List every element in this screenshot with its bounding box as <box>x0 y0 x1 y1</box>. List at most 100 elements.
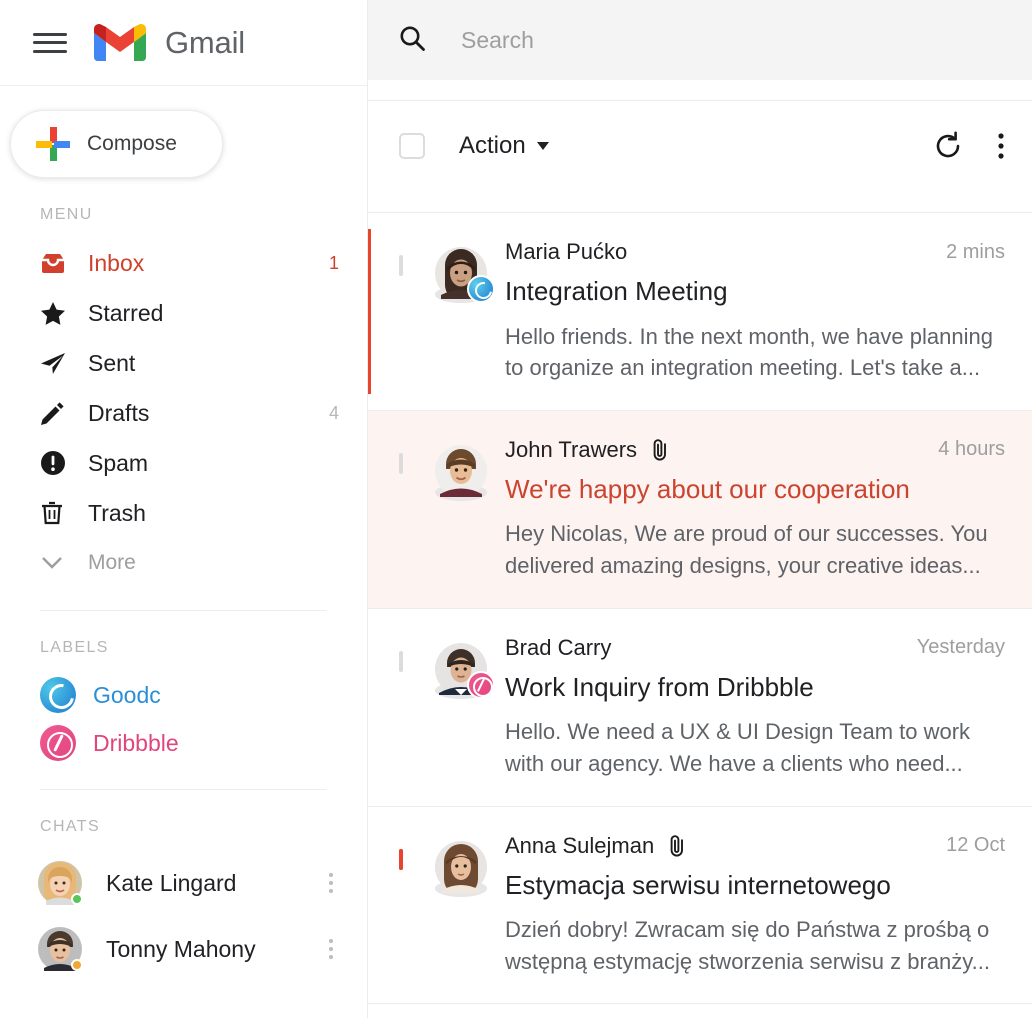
brand-bar: Gmail <box>0 0 367 86</box>
gmail-app: Gmail Compose MENU Inbox 1 Starred Sent … <box>0 0 1032 1018</box>
caret-down-icon[interactable] <box>536 142 549 150</box>
email-time: Yesterday <box>916 636 1005 659</box>
plus-icon <box>35 126 71 162</box>
send-icon <box>40 351 70 376</box>
sidebar-item-sent[interactable]: Sent <box>0 338 367 388</box>
email-checkbox[interactable] <box>399 255 403 276</box>
email-time: 4 hours <box>938 438 1005 461</box>
email-checkbox[interactable] <box>399 848 403 870</box>
sidebar-item-count: 1 <box>328 252 339 273</box>
chats-section-title: CHATS <box>40 818 101 835</box>
trash-icon <box>40 500 70 526</box>
email-subject: Work Inquiry from Dribbble <box>505 671 814 702</box>
email-content: Brad Carry Yesterday Work Inquiry from D… <box>505 635 1005 780</box>
email-content: Anna Sulejman 12 Oct Estymacja serwisu i… <box>505 833 1005 978</box>
refresh-icon[interactable] <box>933 131 963 161</box>
status-dot-online <box>71 893 83 905</box>
email-row[interactable]: Brad Carry Yesterday Work Inquiry from D… <box>368 609 1032 807</box>
sidebar-item-label: More <box>88 551 136 574</box>
chat-name: Kate Lingard <box>106 869 237 896</box>
hamburger-icon[interactable] <box>33 31 67 55</box>
chevron-down-icon <box>40 555 70 571</box>
main-panel: Action <box>368 0 1032 1018</box>
email-content: John Trawers 4 hours We're happy about o… <box>505 437 1005 582</box>
sidebar-item-label: Drafts <box>88 399 150 426</box>
email-sender: John Trawers <box>505 436 638 462</box>
email-subject: We're happy about our cooperation <box>505 473 910 504</box>
search-input[interactable] <box>461 26 981 54</box>
email-snippet: Hello friends. In the next month, we hav… <box>505 323 993 381</box>
dribbble-badge-icon <box>467 670 495 699</box>
avatar <box>38 927 83 971</box>
sidebar-item-label: Trash <box>88 499 146 526</box>
email-snippet: Hey Nicolas, We are proud of our success… <box>505 521 988 579</box>
sidebar-item-starred[interactable]: Starred <box>0 288 367 338</box>
labels-section-title: LABELS <box>40 639 109 656</box>
inbox-icon <box>40 251 70 275</box>
attachment-icon <box>651 439 670 461</box>
sidebar-item-count: 4 <box>328 402 339 423</box>
kebab-menu-icon[interactable] <box>325 935 337 963</box>
gmail-brand: Gmail <box>93 22 245 63</box>
compose-button[interactable]: Compose <box>10 110 223 178</box>
email-sender: Brad Carry <box>505 634 612 660</box>
email-sender: Anna Sulejman <box>505 832 655 858</box>
dribbble-logo-icon <box>40 725 76 761</box>
sidebar-item-label: Inbox <box>88 249 145 276</box>
email-subject: Integration Meeting <box>505 276 728 306</box>
avatar <box>435 444 487 501</box>
gmail-title: Gmail <box>165 24 245 60</box>
warning-icon <box>40 450 70 476</box>
compose-zone: Compose <box>0 86 367 178</box>
email-time: 2 mins <box>946 240 1005 263</box>
gmail-logo-icon <box>93 24 147 61</box>
email-sender: Maria Pućko <box>505 239 628 264</box>
search-icon[interactable] <box>399 25 425 56</box>
email-content: Maria Pućko 2 mins Integration Meeting H… <box>505 239 1005 384</box>
kebab-menu-icon[interactable] <box>325 869 337 897</box>
sidebar-item-label: Sent <box>88 349 136 376</box>
sidebar-item-inbox[interactable]: Inbox 1 <box>0 238 367 288</box>
search-bar <box>368 0 1032 80</box>
email-time: 12 Oct <box>946 834 1005 857</box>
menu-list: Inbox 1 Starred Sent Drafts 4 Spam Trash… <box>0 238 367 588</box>
sidebar-item-label: Spam <box>88 449 149 476</box>
sidebar-label-dribbble[interactable]: Dribbble <box>0 719 367 767</box>
email-row-partial[interactable] <box>368 1004 1032 1018</box>
email-row[interactable]: Anna Sulejman 12 Oct Estymacja serwisu i… <box>368 807 1032 1005</box>
select-all-checkbox[interactable] <box>399 133 425 159</box>
compose-label: Compose <box>87 132 177 155</box>
goodc-badge-icon <box>467 275 495 303</box>
sidebar-item-drafts[interactable]: Drafts 4 <box>0 388 367 438</box>
sidebar-label-goodc[interactable]: Goodc <box>0 671 367 719</box>
avatar <box>38 861 83 907</box>
chat-item-kate[interactable]: Kate Lingard <box>0 850 367 916</box>
sidebar-item-trash[interactable]: Trash <box>0 488 367 538</box>
action-dropdown-label[interactable]: Action <box>459 132 526 160</box>
sidebar-item-more[interactable]: More <box>0 538 367 588</box>
sidebar-item-label: Starred <box>88 299 164 326</box>
chat-name: Tonny Mahony <box>106 935 256 962</box>
avatar <box>435 642 495 699</box>
chat-item-tonny[interactable]: Tonny Mahony <box>0 916 367 982</box>
email-checkbox[interactable] <box>399 452 403 474</box>
email-snippet: Hello. We need a UX & UI Design Team to … <box>505 719 971 776</box>
goodc-logo-icon <box>40 677 76 713</box>
kebab-menu-icon[interactable] <box>997 131 1005 161</box>
sidebar-divider <box>40 610 327 611</box>
pencil-icon <box>40 401 70 426</box>
email-row[interactable]: John Trawers 4 hours We're happy about o… <box>368 410 1032 609</box>
avatar <box>435 840 487 897</box>
sidebar-divider-2 <box>40 789 327 790</box>
avatar <box>435 247 495 303</box>
attachment-icon <box>668 834 687 857</box>
sidebar-label-text: Dribbble <box>93 729 179 756</box>
email-checkbox[interactable] <box>399 650 403 672</box>
sidebar-item-spam[interactable]: Spam <box>0 438 367 488</box>
menu-section-title: MENU <box>40 206 93 223</box>
sidebar: Gmail Compose MENU Inbox 1 Starred Sent … <box>0 0 368 1018</box>
sidebar-label-text: Goodc <box>93 681 161 708</box>
star-icon <box>40 301 70 326</box>
list-toolbar: Action <box>368 80 1032 213</box>
email-row[interactable]: Maria Pućko 2 mins Integration Meeting H… <box>368 213 1032 411</box>
